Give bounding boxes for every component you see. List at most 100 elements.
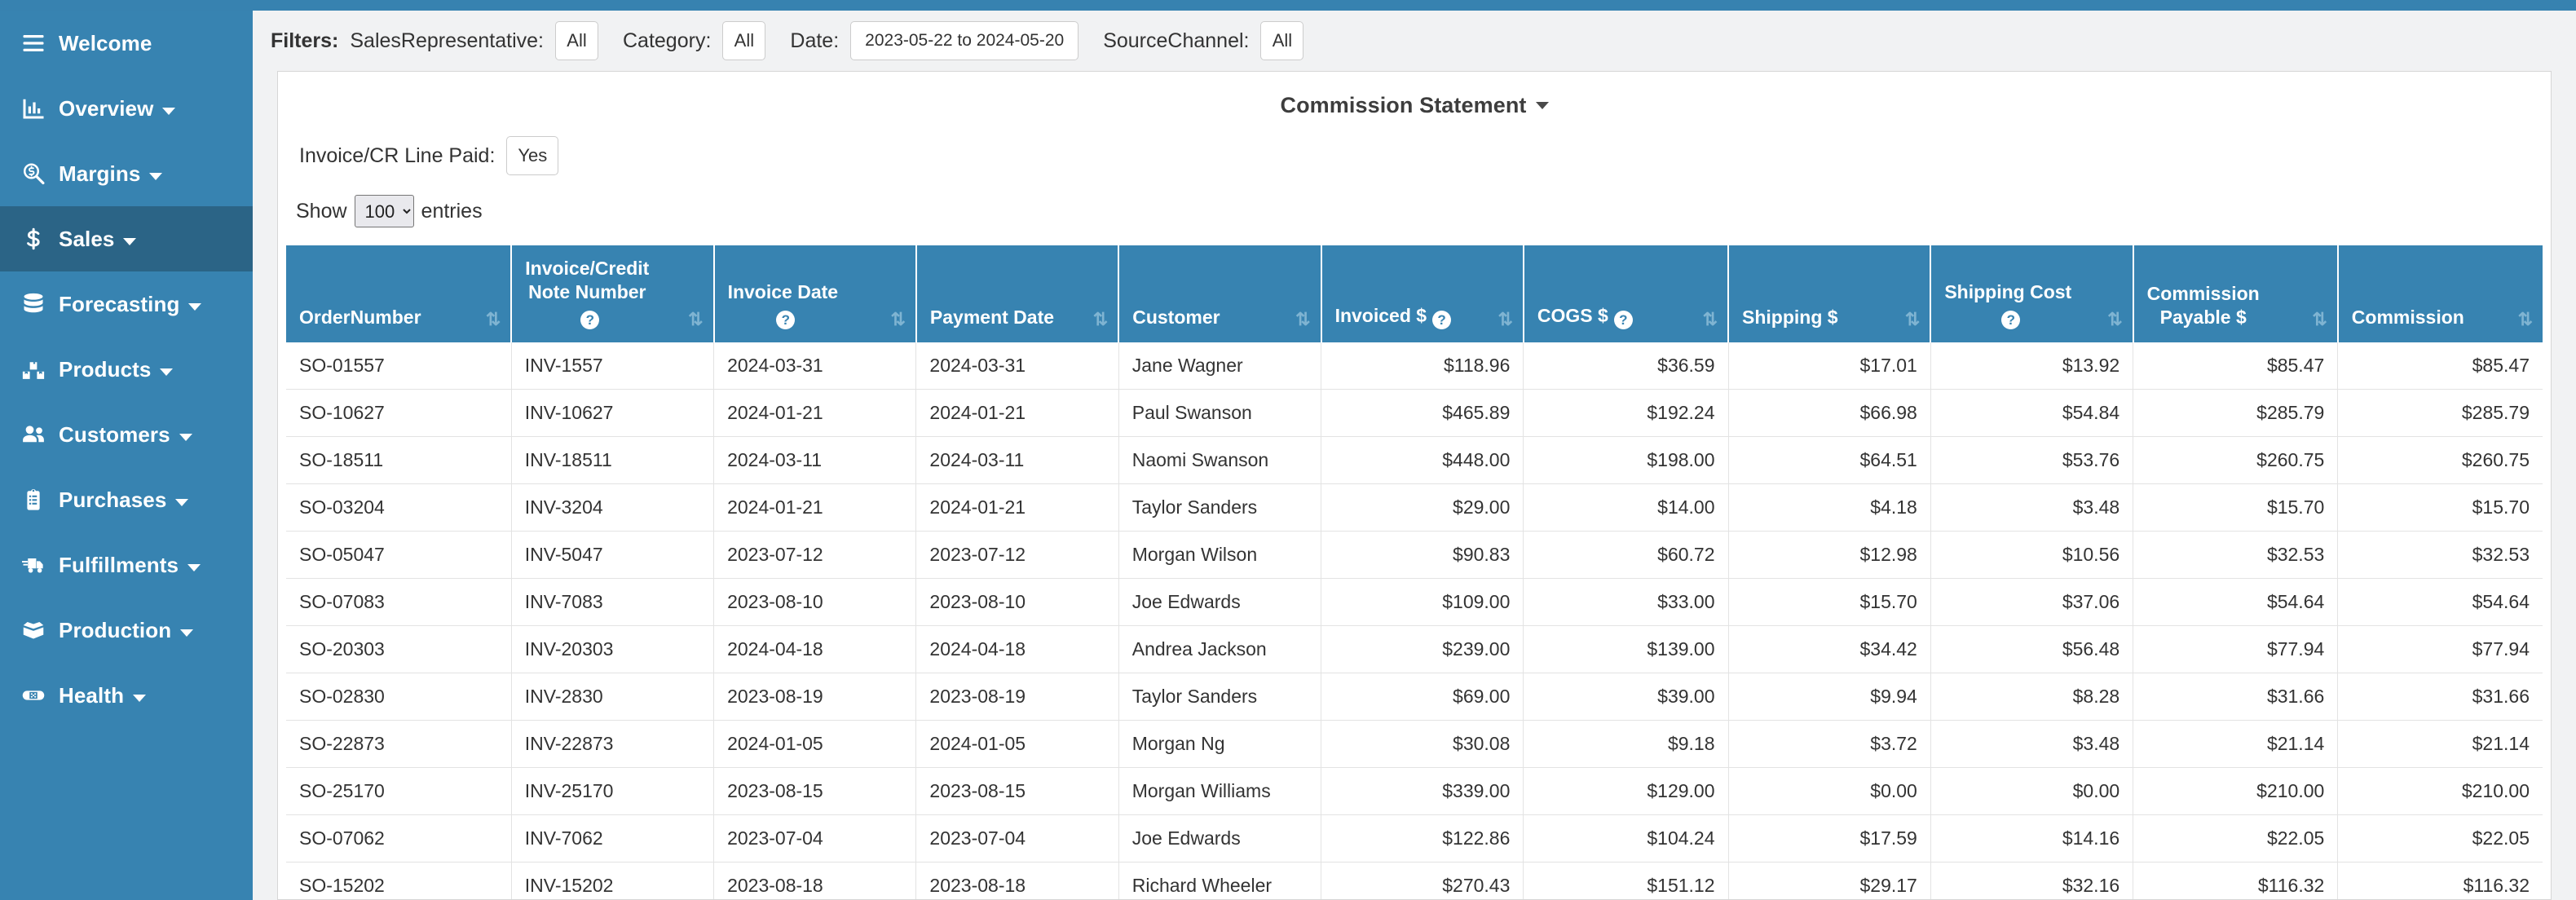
column-header-payment-date[interactable]: Payment Date ⇅ [915,245,1119,343]
sidebar-item-label: Customers [59,421,170,447]
table-cell: $54.64 [2133,578,2338,627]
database-icon [21,292,59,316]
chevron-down-icon[interactable] [187,563,201,571]
filter-value-1[interactable]: All [722,21,766,60]
sort-toggle-icon[interactable]: ⇅ [2312,311,2327,329]
sidebar-item-production[interactable]: Production [0,598,253,663]
sidebar-item-health[interactable]: Health [0,663,253,728]
table-row[interactable]: SO-15202 INV-15202 2023-08-18 2023-08-18 Ric… [286,862,2543,899]
sidebar-item-margins[interactable]: Margins [0,141,253,206]
chevron-down-icon[interactable] [160,368,174,376]
table-cell: 2023-07-12 [915,531,1119,580]
sort-toggle-icon[interactable]: ⇅ [486,311,501,329]
sidebar-item-fulfillments[interactable]: Fulfillments [0,532,253,598]
sidebar-item-customers[interactable]: Customers [0,402,253,467]
table-cell: $85.47 [2337,342,2543,390]
table-row[interactable]: SO-20303 INV-20303 2024-04-18 2024-04-18 And… [286,625,2543,674]
sidebar-item-sales[interactable]: Sales [0,206,253,271]
column-header-invoice-date[interactable]: Invoice Date? ⇅ [712,245,916,343]
table-cell: $139.00 [1523,625,1729,674]
sort-toggle-icon[interactable]: ⇅ [1498,311,1513,329]
table-cell: $17.59 [1727,814,1931,863]
table-row[interactable]: SO-01557 INV-1557 2024-03-31 2024-03-31 Jane… [286,342,2543,390]
column-header-customer[interactable]: Customer ⇅ [1118,245,1321,343]
users-icon [21,422,59,447]
column-header-label: Commission [2351,307,2464,329]
table-row[interactable]: SO-22873 INV-22873 2024-01-05 2024-01-05 Mor… [286,720,2543,769]
chevron-down-icon[interactable] [133,694,147,702]
table-row[interactable]: SO-05047 INV-5047 2023-07-12 2023-07-12 Morg… [286,531,2543,580]
card-title-text: Commission Statement [1280,93,1527,117]
sort-toggle-icon[interactable]: ⇅ [688,311,704,329]
sidebar-item-purchases[interactable]: Purchases [0,467,253,532]
filter-value-0[interactable]: All [555,21,598,60]
table-cell: $122.86 [1321,814,1524,863]
filter-value-3[interactable]: All [1260,21,1304,60]
table-cell: 2024-01-21 [713,389,916,438]
help-icon[interactable]: ? [580,311,600,330]
sort-toggle-icon[interactable]: ⇅ [2518,311,2534,329]
card-title[interactable]: Commission Statement [278,72,2551,118]
table-cell: INV-10627 [510,389,714,438]
column-header-commission-payable[interactable]: Commission Payable $ ⇅ [2132,245,2338,343]
chevron-down-icon[interactable] [1535,102,1549,109]
table-row[interactable]: SO-03204 INV-3204 2024-01-21 2024-01-21 Tayl… [286,483,2543,532]
sidebar-item-forecasting[interactable]: Forecasting [0,271,253,337]
table-cell: $77.94 [2133,625,2338,674]
column-header-cogs[interactable]: COGS $? ⇅ [1522,245,1729,343]
sort-toggle-icon[interactable]: ⇅ [1703,311,1718,329]
table-row[interactable]: SO-02830 INV-2830 2023-08-19 2023-08-19 Tayl… [286,673,2543,721]
sidebar-item-products[interactable]: Products [0,337,253,402]
entries-select[interactable]: 102550100 [354,195,414,227]
help-icon[interactable]: ? [2001,311,2021,330]
table-cell: 2024-03-11 [713,436,916,485]
chevron-down-icon[interactable] [188,302,202,311]
chevron-down-icon[interactable] [179,433,192,441]
chevron-down-icon[interactable] [149,172,163,180]
table-cell: $53.76 [1930,436,2133,485]
sort-toggle-icon[interactable]: ⇅ [1905,311,1921,329]
column-header-shipping-cost[interactable]: Shipping Cost? ⇅ [1930,245,2133,343]
chevron-down-icon[interactable] [175,498,189,506]
chevron-down-icon[interactable] [180,629,194,637]
column-header-commission[interactable]: Commission ⇅ [2336,245,2543,343]
help-icon[interactable]: ? [1432,311,1452,330]
sort-toggle-icon[interactable]: ⇅ [2107,311,2123,329]
help-icon[interactable]: ? [776,311,796,330]
table-cell: $3.48 [1930,483,2133,532]
sort-toggle-icon[interactable]: ⇅ [1093,311,1109,329]
table-cell: 2023-08-18 [915,862,1119,899]
invoice-paid-value[interactable]: Yes [506,136,559,175]
table-cell: $448.00 [1321,436,1524,485]
sidebar-item-welcome[interactable]: Welcome [0,11,253,76]
sort-toggle-icon[interactable]: ⇅ [1295,311,1311,329]
sort-toggle-icon[interactable]: ⇅ [890,311,906,329]
table-cell: $198.00 [1523,436,1729,485]
chevron-down-icon[interactable] [123,237,137,245]
column-header-line-2: Note Number [528,281,646,303]
help-icon[interactable]: ? [1613,311,1633,330]
table-row[interactable]: SO-25170 INV-25170 2023-08-15 2023-08-15 Mor… [286,767,2543,816]
column-header-shipping[interactable]: Shipping $ ⇅ [1727,245,1931,343]
table-cell: $22.05 [2133,814,2338,863]
table-cell: $15.70 [1727,578,1931,627]
column-header-ordernumber[interactable]: OrderNumber ⇅ [286,245,512,343]
table-row[interactable]: SO-07062 INV-7062 2023-07-04 2023-07-04 Joe … [286,814,2543,863]
date-range-filter[interactable]: 2023-05-22 to 2024-05-20 [850,21,1079,60]
table-row[interactable]: SO-07083 INV-7083 2023-08-10 2023-08-10 Joe … [286,578,2543,627]
table-cell: $8.28 [1930,673,2133,721]
table-cell: INV-20303 [510,625,714,674]
table-cell: $14.00 [1523,483,1729,532]
column-header-invoice-credit-note-number[interactable]: Invoice/Credit Note Number? ⇅ [510,245,714,343]
table-row[interactable]: SO-18511 INV-18511 2024-03-11 2024-03-11 Nao… [286,436,2543,485]
sidebar-item-label: Health [59,682,125,708]
table-cell: $32.53 [2133,531,2338,580]
table-row[interactable]: SO-10627 INV-10627 2024-01-21 2024-01-21 Pau… [286,389,2543,438]
data-table-scroll-region[interactable]: OrderNumber ⇅ Invoice/Credit Note Number? ⇅ I… [286,245,2543,899]
column-header-label: Commission Payable $ [2147,282,2260,329]
chevron-down-icon[interactable] [162,107,176,115]
boxes-icon [21,357,59,382]
sidebar-item-overview[interactable]: Overview [0,76,253,141]
column-header-invoiced[interactable]: Invoiced $? ⇅ [1320,245,1524,343]
table-head: OrderNumber ⇅ Invoice/Credit Note Number? ⇅ I… [286,245,2543,343]
